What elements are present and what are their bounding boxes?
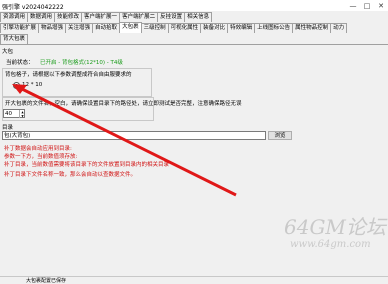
- tab-row1-3[interactable]: 客户端扩展一: [81, 12, 121, 22]
- tab-row1-2[interactable]: 技能修改: [54, 12, 83, 22]
- tab-row2-3[interactable]: 自动拾取: [92, 23, 121, 33]
- tab-row2-1[interactable]: 物品增强: [38, 23, 67, 33]
- tab-row2-0[interactable]: 引擎功能扩展: [0, 23, 40, 33]
- watermark-logo: 64GM论坛: [284, 215, 386, 239]
- watermark-url: www.64gm.com: [290, 239, 371, 250]
- tab-row1-1[interactable]: 数据调用: [27, 12, 56, 22]
- tab-row2-5[interactable]: 三级控制: [140, 23, 169, 33]
- tab-row-1: 资源调用 数据调用 技能修改 客户端扩展一 客户端扩展二 反挂设置 相关信息: [0, 12, 388, 22]
- window-controls: — □ ✕: [346, 0, 388, 11]
- close-button[interactable]: ✕: [374, 0, 388, 11]
- tab-row1-5[interactable]: 反挂设置: [157, 12, 186, 22]
- tab-row1-4[interactable]: 客户端扩展二: [119, 12, 159, 22]
- tab-row2-8[interactable]: 特效编辑: [227, 23, 256, 33]
- tab-row2-2[interactable]: 关注增强: [65, 23, 94, 33]
- maximize-button[interactable]: □: [360, 0, 374, 11]
- big-bag-panel: 大包 当前状态： 已开启 - 背包格式(12*10) - T4级 背包格子，请根…: [0, 44, 388, 277]
- tab-row2-9[interactable]: 上线图标公告: [254, 23, 294, 33]
- tab-row-3: 背大包裹: [0, 34, 388, 44]
- window-title: 强引擎 v2024042222: [2, 4, 64, 11]
- tab-row-2: 引擎功能扩展 物品增强 关注增强 自动拾取 大包裹 三级控制 可视化属性 装备对比 特效编辑 上线…: [0, 22, 388, 33]
- tab-row2-11[interactable]: 动力: [330, 23, 348, 33]
- minimize-button[interactable]: —: [346, 0, 360, 11]
- tab-row2-10[interactable]: 属性物品控制: [292, 23, 332, 33]
- title-bar: 强引擎 v2024042222 — □ ✕: [0, 0, 388, 11]
- tab-row2-4[interactable]: 大包裹: [119, 22, 142, 33]
- tab-row1-6[interactable]: 相关信息: [184, 12, 213, 22]
- tab-row1-0[interactable]: 资源调用: [0, 12, 29, 22]
- tab-row3-0[interactable]: 背大包裹: [0, 34, 29, 44]
- tab-row2-6[interactable]: 可视化属性: [167, 23, 202, 33]
- tab-row2-7[interactable]: 装备对比: [200, 23, 229, 33]
